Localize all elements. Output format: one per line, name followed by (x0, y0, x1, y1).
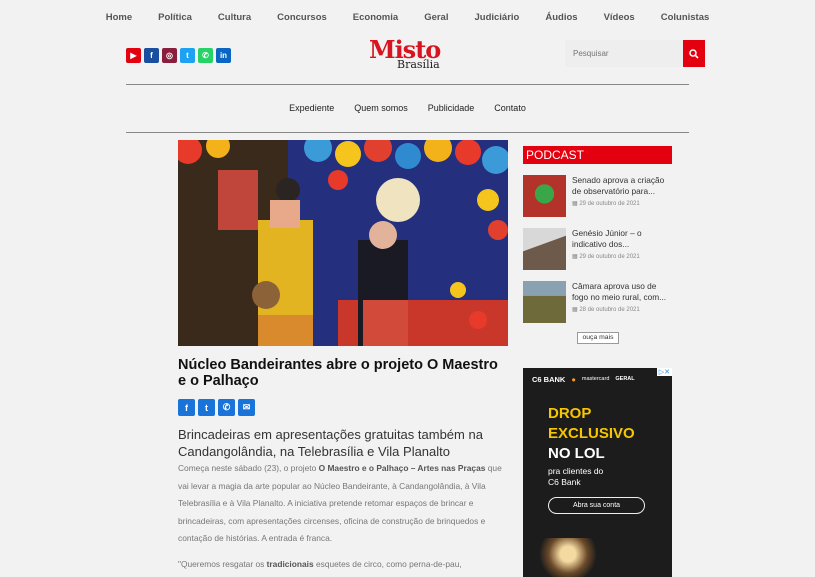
more-podcasts-button[interactable]: ouça mais (577, 332, 619, 344)
nav-videos[interactable]: Vídeos (604, 12, 635, 23)
ad-headline-3: NO LOL (548, 445, 605, 462)
podcast-item-date: 28 de outubro de 2021 (579, 307, 640, 313)
ad-subtext-1: pra clientes do (548, 466, 604, 476)
nav-colunistas[interactable]: Colunistas (661, 12, 710, 23)
podcast-thumbnail[interactable] (523, 281, 566, 323)
ad-headline-1: DROP (548, 405, 592, 422)
ad-brand: C6 BANK (532, 374, 566, 384)
whatsapp-share-icon[interactable]: ✆ (218, 399, 235, 416)
p2-bold: tradicionais (266, 558, 314, 569)
podcast-sidebar: PODCAST Senado aprova a criação de obser… (523, 146, 672, 344)
search-input[interactable] (565, 40, 683, 67)
site-logo[interactable]: Misto Brasília (369, 38, 449, 71)
mastercard-logo: ● (571, 374, 576, 384)
podcast-thumbnail[interactable] (523, 175, 566, 217)
nav-audios[interactable]: Áudios (545, 12, 577, 23)
facebook-icon[interactable]: f (144, 48, 159, 63)
linkedin-icon[interactable]: in (216, 48, 231, 63)
nav-expediente[interactable]: Expediente (289, 103, 334, 113)
secondary-nav: Expediente Quem somos Publicidade Contat… (0, 103, 815, 113)
ad-partner-2: GERAL (615, 376, 635, 382)
nav-divider (126, 132, 689, 133)
facebook-share-icon[interactable]: f (178, 399, 195, 416)
ad-cta-button[interactable]: Abra sua conta (548, 497, 645, 514)
nav-home[interactable]: Home (106, 12, 132, 23)
podcast-item-date: 29 de outubro de 2021 (579, 201, 640, 207)
ad-product-image (538, 538, 598, 577)
header-divider (126, 84, 689, 85)
podcast-item-title[interactable]: Senado aprova a criação de observatório … (572, 175, 672, 196)
ad-partner-1: mastercard (581, 376, 610, 382)
article-photo (178, 140, 508, 346)
nav-concursos[interactable]: Concursos (277, 12, 327, 23)
logo-sub: Brasília (397, 58, 440, 71)
advertisement[interactable]: ▷✕ C6 BANK ● mastercard GERAL DROP EXCLU… (523, 368, 672, 577)
nav-cultura[interactable]: Cultura (218, 12, 251, 23)
twitter-icon[interactable]: t (180, 48, 195, 63)
nav-contato[interactable]: Contato (494, 103, 526, 113)
podcast-heading: PODCAST (523, 146, 672, 164)
youtube-icon[interactable]: ▶ (126, 48, 141, 63)
search-button[interactable] (683, 40, 705, 67)
podcast-item-date: 29 de outubro de 2021 (579, 254, 640, 260)
nav-politica[interactable]: Política (158, 12, 192, 23)
podcast-item[interactable]: Senado aprova a criação de observatório … (523, 175, 672, 217)
site-header: ▶ f ◎ t ✆ in Misto Brasília (0, 34, 815, 84)
nav-quem-somos[interactable]: Quem somos (354, 103, 408, 113)
search-icon (689, 48, 699, 59)
ad-close-icon[interactable]: ▷✕ (656, 368, 672, 376)
whatsapp-icon[interactable]: ✆ (198, 48, 213, 63)
share-buttons: f t ✆ ✉ (178, 399, 508, 416)
top-nav: Home Política Cultura Concursos Economia… (0, 0, 815, 34)
podcast-item-title[interactable]: Câmara aprova uso de fogo no meio rural,… (572, 281, 672, 302)
clown-performance-image (178, 140, 508, 346)
nav-geral[interactable]: Geral (424, 12, 448, 23)
article-title: Núcleo Bandeirantes abre o projeto O Mae… (178, 357, 498, 389)
ad-header: C6 BANK ● mastercard GERAL (523, 368, 672, 390)
p1-text-a: Começa neste sábado (23), o projeto (178, 463, 319, 473)
article-subtitle: Brincadeiras em apresentações gratuitas … (178, 427, 483, 459)
p2-text-a: "Queremos resgatar os (178, 558, 267, 569)
ad-headline-2: EXCLUSIVO (548, 425, 635, 442)
article-paragraph-1: Começa neste sábado (23), o projeto O Ma… (178, 460, 508, 548)
project-name: O Maestro e o Palhaço – Artes nas Praças (318, 463, 486, 473)
nav-judiciario[interactable]: Judiciário (474, 12, 519, 23)
nav-economia[interactable]: Economia (353, 12, 398, 23)
instagram-icon[interactable]: ◎ (162, 48, 177, 63)
article: Núcleo Bandeirantes abre o projeto O Mae… (178, 140, 508, 573)
podcast-item-title[interactable]: Genésio Júnior – o indicativo dos... (572, 228, 672, 249)
podcast-item[interactable]: Genésio Júnior – o indicativo dos... ▦ 2… (523, 228, 672, 270)
nav-publicidade[interactable]: Publicidade (428, 103, 475, 113)
social-links: ▶ f ◎ t ✆ in (126, 48, 231, 63)
p2-text-c: esquetes de circo, como perna-de-pau, (313, 558, 462, 569)
twitter-share-icon[interactable]: t (198, 399, 215, 416)
podcast-item[interactable]: Câmara aprova uso de fogo no meio rural,… (523, 281, 672, 323)
article-paragraph-2: "Queremos resgatar os tradicionais esque… (178, 556, 508, 574)
p1-text-c: que vai levar a magia da arte popular ao… (178, 463, 502, 543)
podcast-thumbnail[interactable] (523, 228, 566, 270)
email-share-icon[interactable]: ✉ (238, 399, 255, 416)
ad-subtext-2: C6 Bank (548, 477, 581, 487)
search-box (565, 40, 705, 67)
